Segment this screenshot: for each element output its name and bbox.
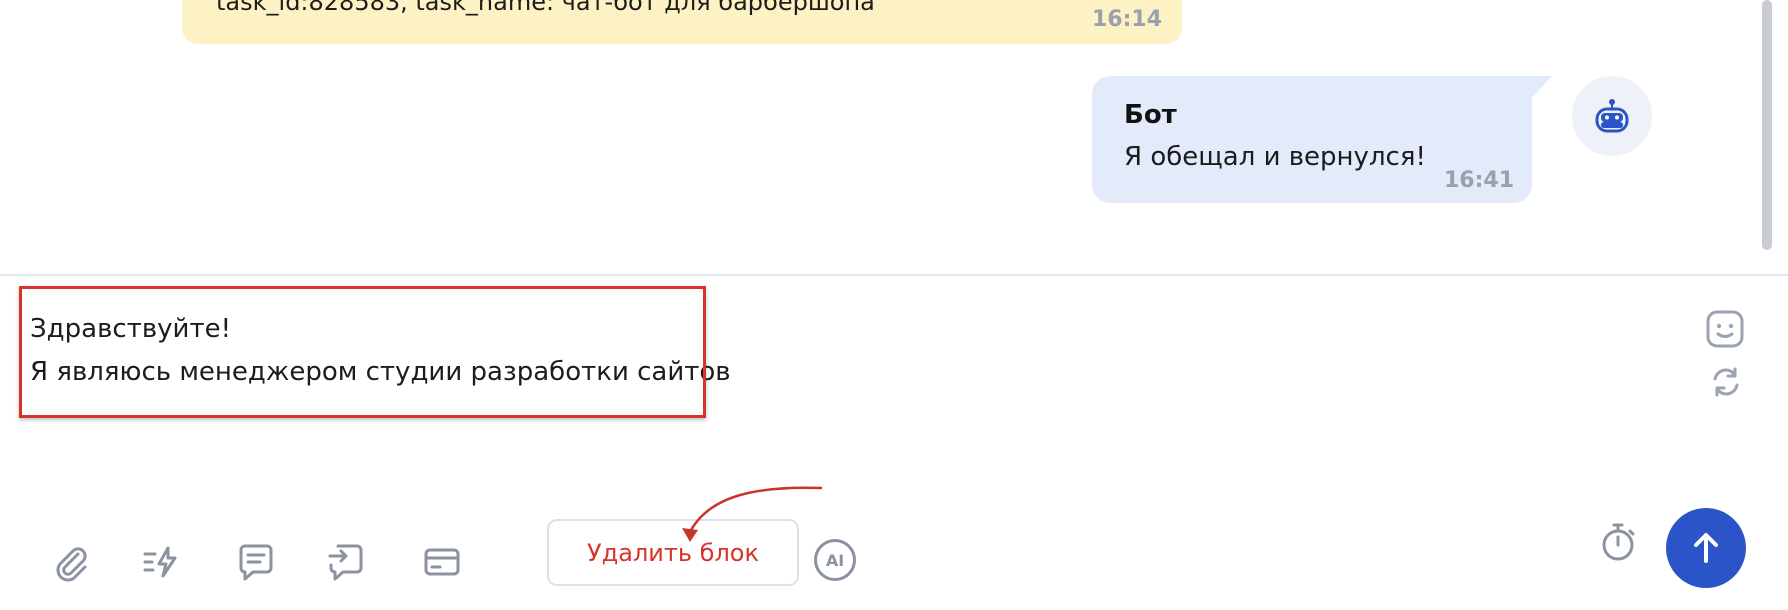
message-square-icon	[239, 544, 273, 581]
refresh-button[interactable]	[1708, 364, 1744, 400]
lightning-icon	[143, 546, 177, 578]
paperclip-icon	[56, 547, 87, 582]
robot-icon	[1595, 99, 1629, 133]
system-message-text: task_id:828583, task_name: чат-бот для б…	[216, 0, 875, 16]
annotation-highlight	[19, 286, 706, 418]
transfer-icon	[328, 544, 363, 581]
message-time: 16:41	[1443, 168, 1514, 193]
send-button[interactable]	[1666, 508, 1746, 588]
system-message: task_id:828583, task_name: чат-бот для б…	[182, 0, 1182, 44]
refresh-icon	[1713, 367, 1739, 397]
chat-scrollbar[interactable]	[1762, 0, 1772, 250]
ai-label: AI	[825, 550, 845, 570]
attach-button[interactable]	[49, 540, 93, 584]
emoji-button[interactable]	[1704, 308, 1746, 350]
chat-area: task_id:828583, task_name: чат-бот для б…	[0, 0, 1788, 274]
message-time: 16:14	[1091, 7, 1162, 32]
timer-button[interactable]	[1596, 520, 1640, 564]
message-text: Я обещал и вернулся!	[1124, 142, 1426, 172]
quick-reply-button[interactable]	[139, 540, 183, 584]
arrow-up-icon	[1694, 533, 1718, 563]
card-button[interactable]	[420, 540, 464, 584]
template-button[interactable]	[234, 540, 278, 584]
bot-avatar	[1572, 76, 1652, 156]
message-author: Бот	[1124, 100, 1177, 130]
composer-divider	[0, 274, 1788, 276]
stopwatch-icon	[1602, 523, 1635, 561]
bot-message: Бот Я обещал и вернулся! 16:41	[1092, 76, 1552, 203]
card-icon	[424, 548, 460, 576]
ai-button[interactable]: AI	[814, 539, 856, 581]
transfer-button[interactable]	[324, 540, 368, 584]
bubble-tail	[1532, 76, 1552, 98]
annotation-arrow	[682, 486, 823, 542]
smiley-icon	[1706, 310, 1744, 348]
